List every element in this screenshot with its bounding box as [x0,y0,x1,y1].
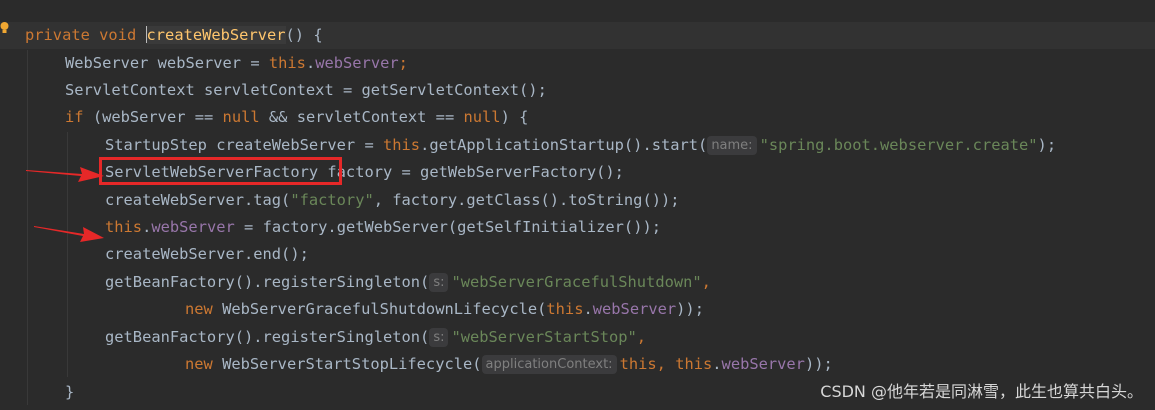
keyword-this: this [675,355,713,373]
parameter-hint: s: [429,273,449,292]
parameter-hint: s: [429,328,449,347]
code-text: factory = getWebServerFactory(); [318,163,624,181]
code-text: getBeanFactory().registerSingleton( [105,273,430,291]
code-text: , factory.getClass().toString()); [373,191,680,209]
code-text: WebServer webServer = [65,54,269,72]
keyword-private: private [25,26,90,44]
keyword-this: this [105,218,143,236]
code-line-3[interactable]: ServletContext servletContext = getServl… [65,77,547,104]
red-box-annotation [99,157,342,185]
keyword-this: this [382,136,421,154]
code-editor[interactable]: private void createWebServer() { WebServ… [0,0,1155,410]
string-literal: "factory" [290,191,374,209]
method-name: createWebServer [146,26,286,44]
parameter-hint: applicationContext: [481,355,617,374]
code-text: StartupStep createWebServer = [105,136,383,154]
code-text: . [142,218,152,236]
field-webserver: webServer [151,218,235,236]
comma: , [701,273,711,291]
keyword-if: if [65,108,84,126]
parameter-hint: name: [707,136,757,155]
code-text: && servletContext == [259,108,464,126]
comma: , [656,355,676,373]
keyword-new: new [185,355,213,373]
code-text: } [65,383,75,401]
code-line-11[interactable]: new WebServerGracefulShutdownLifecycle(t… [185,296,704,323]
string-literal: "spring.boot.webserver.create" [759,136,1038,154]
code-text: (webServer == [83,108,223,126]
code-text: )); [676,300,704,318]
keyword-new: new [185,300,213,318]
code-line-5[interactable]: StartupStep createWebServer = this.getAp… [105,132,1056,159]
field-webserver: webServer [592,300,677,318]
code-text: createWebServer.tag( [105,191,291,209]
watermark: CSDN @他年若是同淋雪，此生也算共白头。 [820,382,1143,401]
field-webserver: webServer [315,54,399,72]
code-text: () { [285,26,323,44]
lightbulb-icon[interactable] [0,22,9,34]
keyword-null: null [463,108,501,126]
indent-guide [27,50,28,405]
comma: , [636,328,647,346]
field-webserver: webServer [721,355,805,373]
code-text: = factory.getWebServer(getSelfInitialize… [234,218,661,236]
code-line-9[interactable]: createWebServer.end(); [105,241,309,268]
code-text: WebServerStartStopLifecycle( [212,355,482,373]
keyword-void: void [99,26,137,44]
code-text: createWebServer.end(); [105,245,309,263]
keyword-null: null [222,108,260,126]
red-arrow-annotation [26,167,104,182]
string-literal: "webServerGracefulShutdown" [451,273,702,291]
code-text: ) { [500,108,529,126]
code-text: . [305,54,316,72]
keyword-this: this [619,355,657,373]
code-line-7[interactable]: createWebServer.tag("factory", factory.g… [105,187,680,214]
code-line-4[interactable]: if (webServer == null && servletContext … [65,104,528,131]
red-arrow-annotation [34,226,104,242]
string-literal: "webServerStartStop" [451,328,637,346]
code-text: . [583,300,593,318]
keyword-this: this [268,54,306,72]
keyword-this: this [546,300,584,318]
code-text: ); [1037,136,1057,154]
code-line-13[interactable]: new WebServerStartStopLifecycle(applicat… [185,351,833,378]
code-line-1[interactable]: private void createWebServer() { [25,22,323,49]
editor-gutter [0,0,14,410]
code-text: )); [804,355,833,373]
code-line-14[interactable]: } [65,379,74,406]
code-line-2[interactable]: WebServer webServer = this.webServer; [65,50,408,77]
code-text: . [712,355,722,373]
code-line-8[interactable]: this.webServer = factory.getWebServer(ge… [105,214,661,241]
code-text: ServletContext servletContext = getServl… [65,81,547,99]
code-text: .getApplicationStartup().start( [420,136,708,154]
code-line-12[interactable]: getBeanFactory().registerSingleton(s: "we… [105,324,646,351]
code-text: getBeanFactory().registerSingleton( [105,328,430,346]
semicolon: ; [398,54,408,72]
code-text: WebServerGracefulShutdownLifecycle( [212,300,547,318]
code-line-10[interactable]: getBeanFactory().registerSingleton(s: "we… [105,269,711,296]
